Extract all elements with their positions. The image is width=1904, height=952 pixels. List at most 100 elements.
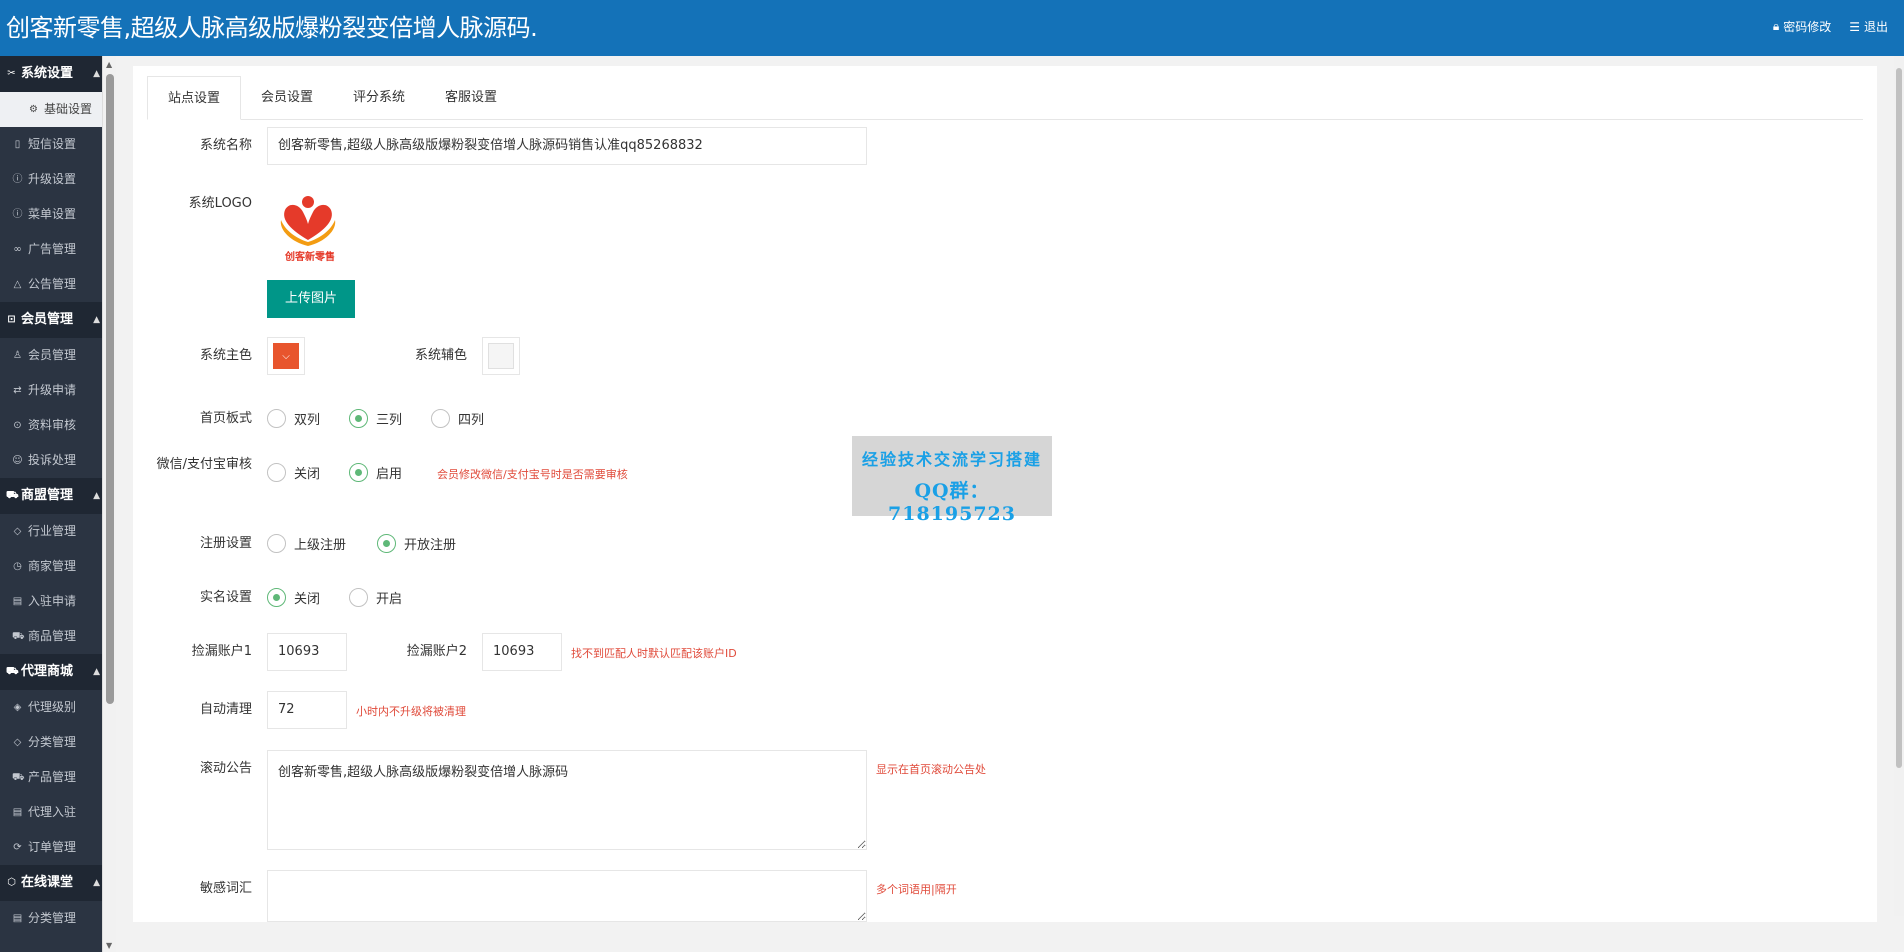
secondary-color-picker[interactable] <box>482 337 520 375</box>
sidebar-item-agent-level[interactable]: ◈ 代理级别 <box>0 690 102 725</box>
caret-up-icon: ▲ <box>93 491 100 501</box>
wechat-review-option-on[interactable]: 启用 <box>349 463 402 482</box>
watermark-line1: 经验技术交流学习搭建 <box>861 450 1042 469</box>
sidebar-group-label: 代理商城 <box>21 664 74 679</box>
sidebar-group-classroom[interactable]: ⬡ 在线课堂 ▲ <box>0 865 102 901</box>
register-option-open[interactable]: 开放注册 <box>377 534 456 553</box>
sidebar-item-complaints[interactable]: ☺ 投诉处理 <box>0 443 102 478</box>
sidebar-item-label: 升级设置 <box>28 172 77 186</box>
page-scrollbar[interactable] <box>1894 56 1904 916</box>
sidebar-group-alliance[interactable]: ⛟ 商盟管理 ▲ <box>0 478 102 514</box>
notice-label: 滚动公告 <box>199 761 252 776</box>
sidebar-item-menu[interactable]: ⓘ 菜单设置 <box>0 197 102 232</box>
sidebar-item-sms[interactable]: ▯ 短信设置 <box>0 127 102 162</box>
wechat-review-option-off[interactable]: 关闭 <box>267 463 320 482</box>
cart-icon: ⛟ <box>6 666 19 677</box>
sidebar-item-label: 产品管理 <box>28 770 77 784</box>
doc-icon: ▤ <box>12 913 23 924</box>
realname-option-on[interactable]: 开启 <box>349 588 402 607</box>
sidebar-item-upgrade-apply[interactable]: ⇄ 升级申请 <box>0 373 102 408</box>
sidebar-item-industry[interactable]: ◇ 行业管理 <box>0 514 102 549</box>
tag-icon: ◇ <box>13 737 22 748</box>
sidebar-item-settle-apply[interactable]: ▤ 入驻申请 <box>0 584 102 619</box>
sidebar-item-label: 分类管理 <box>28 735 77 749</box>
auto-clean-input[interactable]: 72 <box>267 691 347 729</box>
flow-icon: ⇄ <box>13 385 22 396</box>
notice-textarea[interactable]: 创客新零售,超级人脉高级版爆粉裂变倍增人脉源码 <box>267 750 867 850</box>
home-layout-option-triple[interactable]: 三列 <box>349 409 402 428</box>
sidebar-item-class-category[interactable]: ▤ 分类管理 <box>0 901 102 936</box>
realname-option-off[interactable]: 关闭 <box>267 588 320 607</box>
watermark-line2: QQ群：718195723 <box>888 480 1016 525</box>
sidebar-item-agent-settle[interactable]: ▤ 代理入驻 <box>0 795 102 830</box>
sidebar-item-announcements[interactable]: △ 公告管理 <box>0 267 102 302</box>
user-icon: ♙ <box>13 350 22 361</box>
upload-image-button[interactable]: 上传图片 <box>267 280 356 318</box>
pick-account1-input[interactable]: 10693 <box>267 633 347 671</box>
system-name-input[interactable]: 创客新零售,超级人脉高级版爆粉裂变倍增人脉源码销售认准qq85268832 <box>267 127 867 165</box>
sidebar-item-label: 商品管理 <box>28 629 77 643</box>
tag-icon: ◇ <box>13 526 22 537</box>
sidebar-item-profile-review[interactable]: ⊙ 资料审核 <box>0 408 102 443</box>
info-icon: ⓘ <box>12 209 23 220</box>
sidebar-item-label: 会员管理 <box>28 348 77 362</box>
sidebar-item-basic-settings[interactable]: ⚙︎ 基础设置 <box>0 92 102 127</box>
sidebar-item-label: 代理入驻 <box>28 805 77 819</box>
pick-account2-input[interactable]: 10693 <box>482 633 562 671</box>
home-layout-option-quad[interactable]: 四列 <box>431 409 484 428</box>
sidebar-item-label: 商家管理 <box>28 559 77 573</box>
sidebar-item-orders[interactable]: ⟳ 订单管理 <box>0 830 102 865</box>
tab-member-settings[interactable]: 会员设置 <box>241 76 333 120</box>
caret-up-icon: ▲ <box>93 315 100 325</box>
sensitive-label: 敏感词汇 <box>199 881 252 896</box>
sensitive-hint: 多个词语用|隔开 <box>876 883 957 896</box>
sidebar-item-label: 入驻申请 <box>28 594 77 608</box>
change-password-link[interactable]: 🔒︎ 密码修改 <box>1773 18 1831 35</box>
sidebar: ✂︎ 系统设置 ▲ ⚙︎ 基础设置 ▯ 短信设置 ⓘ 升级设置 ⓘ 菜单设置 ∞ 广告管理 △… <box>0 56 102 952</box>
primary-color-picker[interactable]: ⌵ <box>267 337 305 375</box>
sidebar-item-label: 基础设置 <box>44 102 93 116</box>
sidebar-group-members[interactable]: ⊡ 会员管理 ▲ <box>0 302 102 338</box>
tab-site-settings[interactable]: 站点设置 <box>147 76 242 120</box>
sidebar-item-agent-products[interactable]: ⛟ 产品管理 <box>0 760 102 795</box>
sidebar-item-ads[interactable]: ∞ 广告管理 <box>0 232 102 267</box>
scroll-down-icon[interactable]: ▼ <box>106 941 112 950</box>
radio-circle <box>267 409 286 428</box>
logout-label: 退出 <box>1863 20 1888 34</box>
radio-label: 开启 <box>376 592 403 607</box>
sensitive-textarea[interactable] <box>267 870 867 922</box>
sidebar-group-agent-mall[interactable]: ⛟ 代理商城 ▲ <box>0 654 102 690</box>
top-bar: 创客新零售,超级人脉高级版爆粉裂变倍增人脉源码. 🔒︎ 密码修改 ☰ 退出 <box>0 0 1904 56</box>
sidebar-item-member-manage[interactable]: ♙ 会员管理 <box>0 338 102 373</box>
sidebar-item-merchants[interactable]: ◷ 商家管理 <box>0 549 102 584</box>
doc-icon: ▤ <box>12 596 23 607</box>
sidebar-item-upgrade[interactable]: ⓘ 升级设置 <box>0 162 102 197</box>
sidebar-item-products[interactable]: ⛟ 商品管理 <box>0 619 102 654</box>
radio-label: 四列 <box>458 413 485 428</box>
info-icon: ⓘ <box>12 174 23 185</box>
sidebar-item-label: 订单管理 <box>28 840 77 854</box>
sidebar-item-label: 投诉处理 <box>28 453 77 467</box>
sidebar-item-category[interactable]: ◇ 分类管理 <box>0 725 102 760</box>
wechat-review-label: 微信/支付宝审核 <box>156 457 252 472</box>
chevron-down-icon: ⌵ <box>273 343 299 369</box>
sidebar-group-system[interactable]: ✂︎ 系统设置 ▲ <box>0 56 102 92</box>
sidebar-scrollbar[interactable]: ▲ ▼ <box>102 56 116 952</box>
caret-up-icon: ▲ <box>93 878 100 888</box>
sidebar-item-label: 升级申请 <box>28 383 77 397</box>
sidebar-item-label: 分类管理 <box>28 911 77 925</box>
cart-icon: ⛟ <box>12 772 25 783</box>
primary-color-label: 系统主色 <box>199 348 252 363</box>
tab-rating-system[interactable]: 评分系统 <box>333 76 425 120</box>
logout-link[interactable]: ☰ 退出 <box>1849 18 1888 35</box>
notice-hint: 显示在首页滚动公告处 <box>876 763 986 776</box>
scroll-up-icon[interactable]: ▲ <box>106 60 112 69</box>
page-scroll-thumb[interactable] <box>1896 68 1902 768</box>
register-option-superior[interactable]: 上级注册 <box>267 534 346 553</box>
sidebar-group-label: 会员管理 <box>21 312 74 327</box>
sidebar-scroll-thumb[interactable] <box>106 74 114 704</box>
tab-service-settings[interactable]: 客服设置 <box>425 76 517 120</box>
sidebar-item-label: 广告管理 <box>28 242 77 256</box>
home-layout-label: 首页板式 <box>199 411 252 426</box>
home-layout-option-double[interactable]: 双列 <box>267 409 320 428</box>
